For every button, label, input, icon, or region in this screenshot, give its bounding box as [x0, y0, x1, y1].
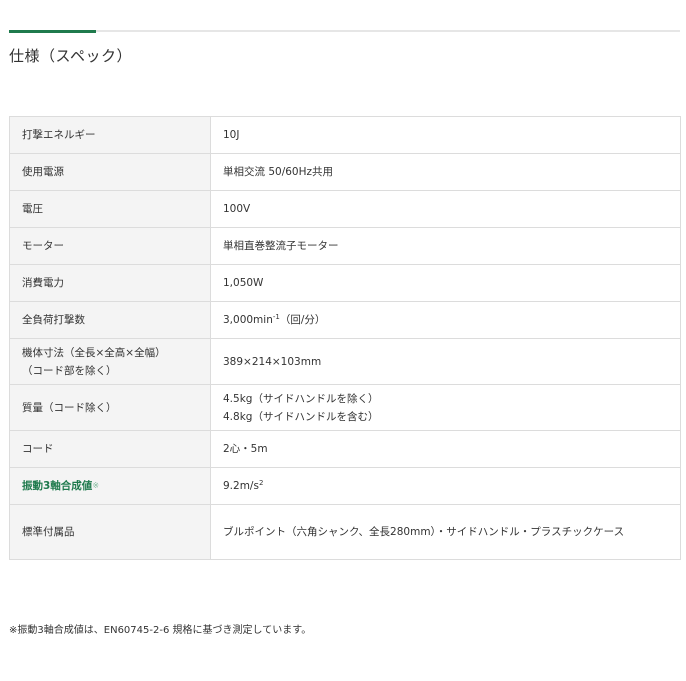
spec-label-motor: モーター	[9, 227, 211, 265]
footnote: ※振動3軸合成値は、EN60745-2-6 規格に基づき測定しています。	[9, 622, 311, 640]
blow-rate-exponent: -1	[272, 313, 280, 321]
spec-value-vibration: 9.2m/s2	[210, 467, 681, 505]
spec-value-power-consumption: 1,050W	[210, 264, 681, 302]
spec-label-blow-rate: 全負荷打撃数	[9, 301, 211, 339]
title-divider	[9, 30, 680, 32]
table-row: 質量（コード除く） 4.5kg（サイドハンドルを除く） 4.8kg（サイドハンド…	[9, 384, 681, 431]
spec-label-weight: 質量（コード除く）	[9, 384, 211, 431]
dimensions-label-line-1: 機体寸法（全長×全高×全幅）	[22, 346, 166, 359]
spec-value-dimensions: 389×214×103mm	[210, 338, 681, 385]
table-row: 打撃エネルギー 10J	[9, 116, 681, 154]
spec-label-power-consumption: 消費電力	[9, 264, 211, 302]
spec-value-voltage: 100V	[210, 190, 681, 228]
page-title: 仕様（スペック）	[9, 47, 132, 65]
weight-value-line-1: 4.5kg（サイドハンドルを除く）	[223, 392, 379, 405]
spec-label-voltage: 電圧	[9, 190, 211, 228]
spec-value-accessories: ブルポイント（六角シャンク、全長280mm）・サイドハンドル・プラスチックケース	[210, 504, 681, 560]
vibration-footnote-mark: ※	[92, 481, 100, 490]
table-row: 電圧 100V	[9, 190, 681, 228]
spec-label-cord: コード	[9, 430, 211, 468]
spec-value-blow-rate: 3,000min-1（回/分）	[210, 301, 681, 339]
vibration-exponent: 2	[258, 479, 264, 487]
dimensions-label-line-2: （コード部を除く）	[22, 364, 117, 377]
spec-value-impact-energy: 10J	[210, 116, 681, 154]
title-divider-accent	[9, 30, 96, 33]
spec-label-accessories: 標準付属品	[9, 504, 211, 560]
spec-label-power-source: 使用電源	[9, 153, 211, 191]
spec-table: 打撃エネルギー 10J 使用電源 単相交流 50/60Hz共用 電圧 100V …	[9, 116, 681, 560]
blow-rate-unit: （回/分）	[279, 314, 326, 326]
table-row: 使用電源 単相交流 50/60Hz共用	[9, 153, 681, 191]
spec-label-impact-energy: 打撃エネルギー	[9, 116, 211, 154]
footnote-emphasis: 振動3軸合成値	[17, 625, 84, 636]
spec-value-motor: 単相直巻整流子モーター	[210, 227, 681, 265]
table-row: コード 2心・5m	[9, 430, 681, 468]
table-row: 消費電力 1,050W	[9, 264, 681, 302]
table-row: 振動3軸合成値※ 9.2m/s2	[9, 467, 681, 505]
blow-rate-number: 3,000min	[223, 314, 273, 326]
table-row: 標準付属品 ブルポイント（六角シャンク、全長280mm）・サイドハンドル・プラス…	[9, 504, 681, 560]
vibration-number: 9.2m/s	[223, 480, 259, 492]
table-row: モーター 単相直巻整流子モーター	[9, 227, 681, 265]
footnote-text: は、EN60745-2-6 規格に基づき測定しています。	[83, 625, 312, 636]
spec-label-dimensions: 機体寸法（全長×全高×全幅） （コード部を除く）	[9, 338, 211, 385]
weight-value-line-2: 4.8kg（サイドハンドルを含む）	[223, 410, 379, 423]
spec-label-vibration: 振動3軸合成値※	[9, 467, 211, 505]
spec-value-weight: 4.5kg（サイドハンドルを除く） 4.8kg（サイドハンドルを含む）	[210, 384, 681, 431]
spec-value-power-source: 単相交流 50/60Hz共用	[210, 153, 681, 191]
spec-value-cord: 2心・5m	[210, 430, 681, 468]
table-row: 全負荷打撃数 3,000min-1（回/分）	[9, 301, 681, 339]
vibration-label-text: 振動3軸合成値	[22, 480, 93, 492]
table-row: 機体寸法（全長×全高×全幅） （コード部を除く） 389×214×103mm	[9, 338, 681, 385]
